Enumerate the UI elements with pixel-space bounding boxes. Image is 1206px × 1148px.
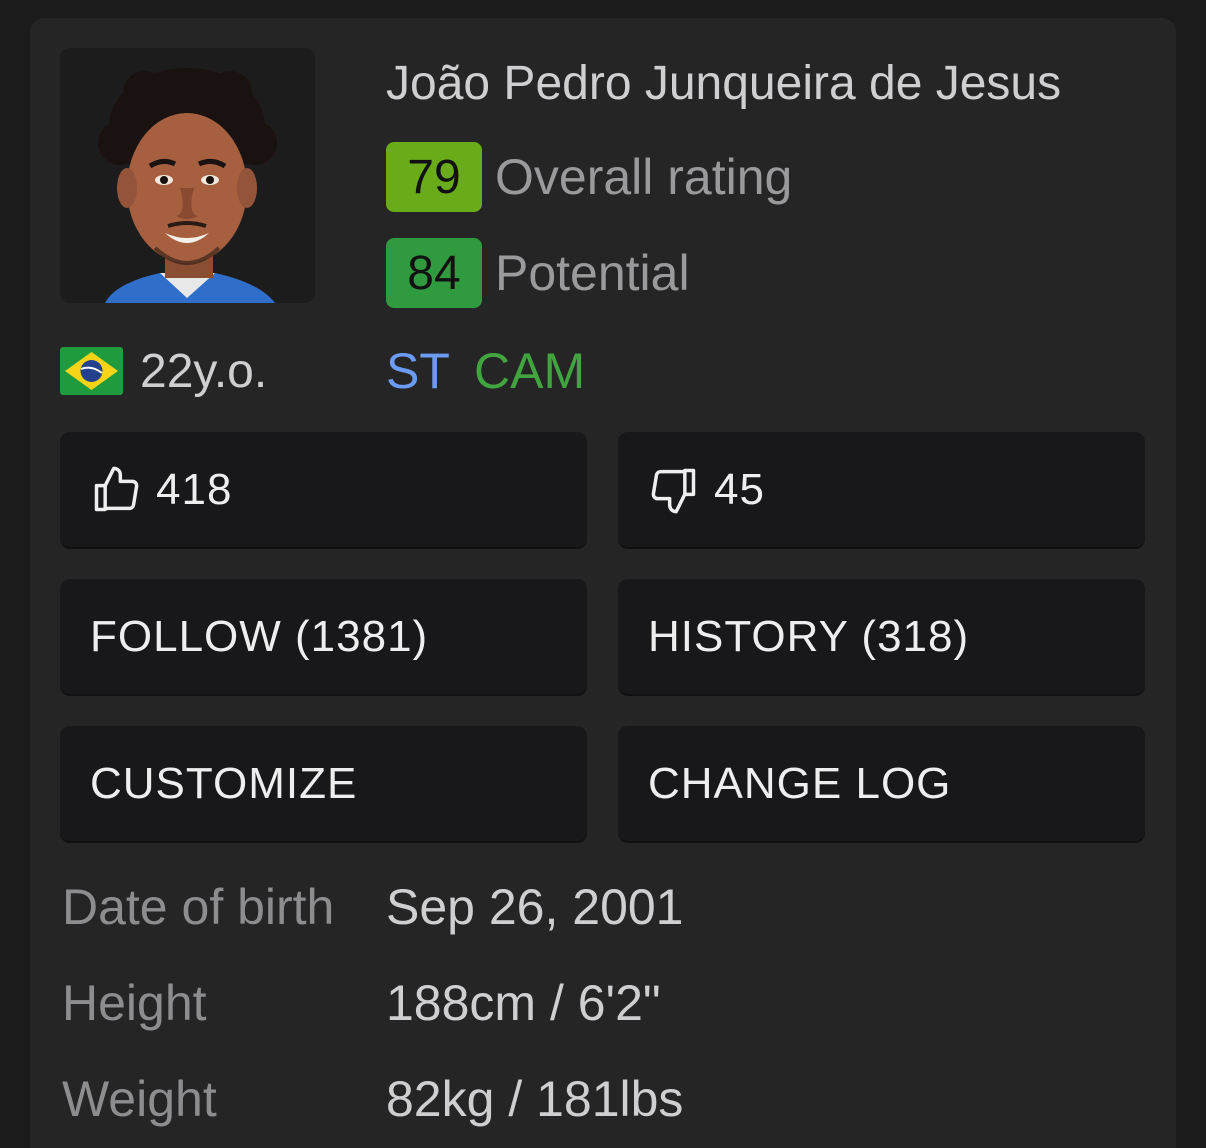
height-value: 188cm / 6'2" (386, 975, 661, 1031)
follow-button[interactable]: FOLLOW (1381) (60, 579, 587, 696)
dislike-count: 45 (714, 464, 765, 514)
brazil-flag-icon (60, 347, 123, 395)
potential-rating-badge: 84 (386, 238, 482, 308)
player-age: 22y.o. (140, 345, 268, 398)
overall-rating-badge: 79 (386, 142, 482, 212)
overall-rating-label: Overall rating (495, 149, 793, 205)
date-of-birth-label: Date of birth (62, 879, 335, 935)
dislike-button[interactable]: 45 (618, 432, 1145, 549)
weight-value: 82kg / 181lbs (386, 1071, 684, 1127)
thumbs-up-icon (94, 466, 139, 511)
player-photo (60, 48, 315, 303)
date-of-birth-value: Sep 26, 2001 (386, 879, 684, 935)
position-cam[interactable]: CAM (474, 342, 585, 400)
history-button[interactable]: HISTORY (318) (618, 579, 1145, 696)
thumbs-down-icon (651, 468, 696, 513)
height-label: Height (62, 975, 207, 1031)
customize-button[interactable]: CUSTOMIZE (60, 726, 587, 843)
player-card: João Pedro Junqueira de Jesus 79 Overall… (30, 18, 1176, 1148)
change-log-button[interactable]: CHANGE LOG (618, 726, 1145, 843)
like-count: 418 (156, 464, 233, 514)
potential-rating-label: Potential (495, 245, 690, 301)
weight-label: Weight (62, 1071, 217, 1127)
potential-rating-row: 84 Potential (386, 238, 690, 308)
player-portrait-image (98, 68, 277, 303)
like-button[interactable]: 418 (60, 432, 587, 549)
overall-rating-row: 79 Overall rating (386, 142, 792, 212)
player-name: João Pedro Junqueira de Jesus (386, 57, 1062, 110)
position-st[interactable]: ST (386, 342, 450, 400)
